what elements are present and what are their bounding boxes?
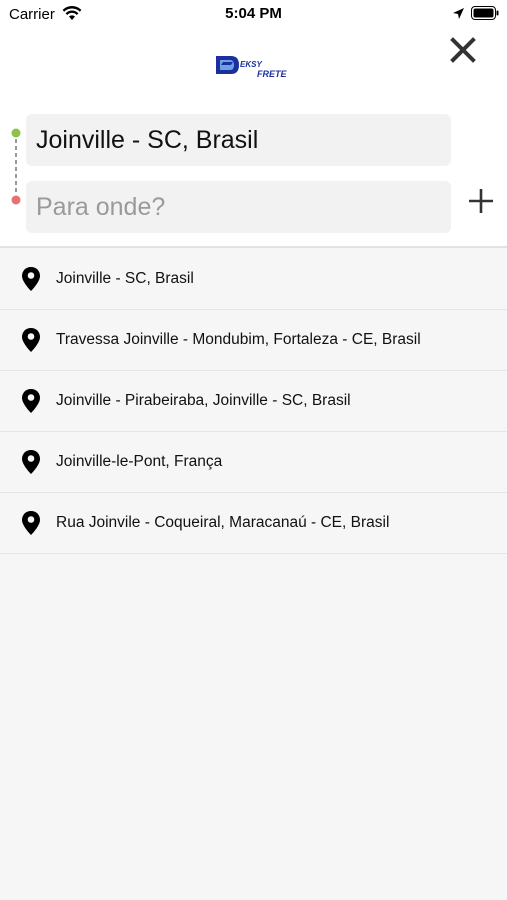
status-bar: Carrier 5:04 PM bbox=[0, 0, 507, 28]
origin-field[interactable]: Joinville - SC, Brasil bbox=[26, 114, 451, 166]
map-pin-icon bbox=[22, 389, 40, 413]
suggestion-list: Joinville - SC, Brasil Travessa Joinvill… bbox=[0, 249, 507, 554]
map-pin-icon bbox=[22, 328, 40, 352]
map-pin-icon bbox=[22, 450, 40, 474]
eksy-frete-logo: EKSY FRETE bbox=[216, 56, 287, 79]
suggestion-item[interactable]: Joinville - Pirabeiraba, Joinville - SC,… bbox=[0, 371, 507, 432]
suggestion-label: Rua Joinvile - Coqueiral, Maracanaú - CE… bbox=[56, 514, 390, 531]
plus-icon[interactable] bbox=[467, 187, 495, 215]
origin-value: Joinville - SC, Brasil bbox=[36, 125, 259, 154]
suggestion-item[interactable]: Rua Joinvile - Coqueiral, Maracanaú - CE… bbox=[0, 493, 507, 554]
suggestion-item[interactable]: Joinville - SC, Brasil bbox=[0, 249, 507, 310]
battery-icon bbox=[471, 6, 499, 20]
screen: Carrier 5:04 PM EKSY FRETE Joinville - S… bbox=[0, 0, 507, 900]
location-arrow-icon bbox=[453, 8, 464, 19]
svg-text:FRETE: FRETE bbox=[257, 69, 287, 79]
clock: 5:04 PM bbox=[225, 5, 282, 22]
suggestion-item[interactable]: Travessa Joinville - Mondubim, Fortaleza… bbox=[0, 310, 507, 371]
map-pin-icon bbox=[22, 511, 40, 535]
route-header: EKSY FRETE Joinville - SC, Brasil bbox=[0, 28, 507, 248]
suggestion-label: Joinville-le-Pont, França bbox=[56, 453, 223, 470]
suggestion-item[interactable]: Joinville-le-Pont, França bbox=[0, 432, 507, 493]
destination-input[interactable] bbox=[36, 192, 441, 222]
suggestion-label: Travessa Joinville - Mondubim, Fortaleza… bbox=[56, 331, 421, 348]
route-connector-icon bbox=[11, 128, 21, 205]
svg-text:EKSY: EKSY bbox=[240, 60, 262, 69]
suggestion-label: Joinville - Pirabeiraba, Joinville - SC,… bbox=[56, 392, 351, 409]
map-pin-icon bbox=[22, 267, 40, 291]
close-icon[interactable] bbox=[446, 33, 480, 67]
suggestion-label: Joinville - SC, Brasil bbox=[56, 270, 194, 287]
destination-field[interactable] bbox=[26, 181, 451, 233]
